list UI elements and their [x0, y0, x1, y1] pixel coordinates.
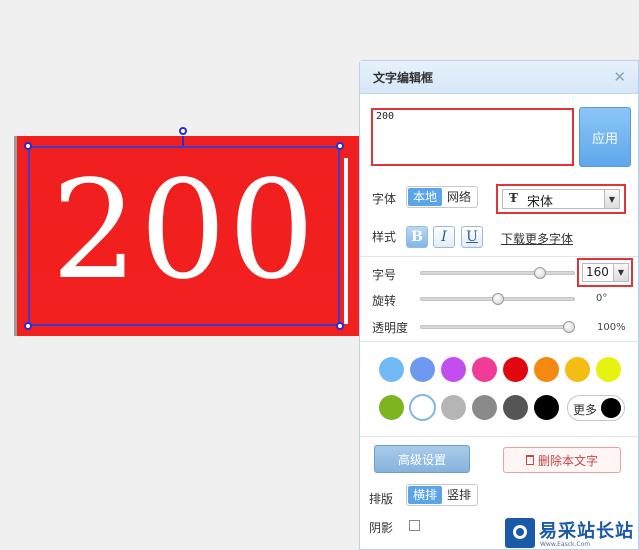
font-size-value: 160: [586, 265, 609, 279]
opacity-slider-knob[interactable]: [563, 321, 575, 333]
resize-handle-bottom-right[interactable]: [336, 322, 344, 330]
opacity-label: 透明度: [372, 321, 409, 335]
resize-handle-bottom-left[interactable]: [24, 322, 32, 330]
more-colors-button[interactable]: 更多: [567, 395, 625, 421]
shadow-checkbox[interactable]: [409, 520, 420, 531]
color-swatch[interactable]: [379, 357, 404, 382]
color-swatch[interactable]: [534, 357, 559, 382]
opacity-value: 100%: [597, 322, 626, 333]
color-swatch[interactable]: [409, 394, 436, 421]
color-swatch[interactable]: [441, 357, 466, 382]
current-color-dot: [601, 398, 621, 418]
bold-button[interactable]: B: [406, 226, 428, 248]
advanced-settings-button[interactable]: 高级设置: [374, 445, 470, 473]
chevron-down-icon[interactable]: ▼: [604, 190, 619, 208]
font-family-value: 宋体: [527, 195, 554, 210]
close-icon[interactable]: ✕: [613, 69, 626, 85]
divider: [360, 256, 638, 257]
delete-text-button[interactable]: 删除本文字: [503, 447, 621, 473]
size-label: 字号: [372, 268, 397, 282]
panel-header: 文字编辑框 ✕: [360, 61, 638, 94]
rotate-line: [182, 136, 184, 146]
color-swatch[interactable]: [596, 357, 621, 382]
layout-vertical[interactable]: 竖排: [442, 486, 476, 504]
opacity-slider-track[interactable]: [420, 325, 575, 329]
font-source-toggle: 本地 网络: [406, 186, 479, 208]
color-swatch[interactable]: [534, 395, 559, 420]
font-type-icon: Ŧ: [509, 191, 518, 205]
color-swatch[interactable]: [472, 395, 497, 420]
font-family-select[interactable]: Ŧ 宋体 ▼: [496, 184, 626, 214]
text-edit-panel: 文字编辑框 ✕ 应用 字体 本地 网络 Ŧ 宋体 ▼ 样式 B I U 下载更多…: [359, 60, 639, 550]
text-content-input[interactable]: [371, 108, 574, 166]
watermark-text: 易采站长站: [539, 521, 634, 542]
color-swatch[interactable]: [410, 357, 435, 382]
rotation-label: 旋转: [372, 294, 397, 308]
rotation-value: 0°: [596, 293, 608, 304]
color-swatch[interactable]: [503, 395, 528, 420]
canvas-separator: [344, 158, 348, 324]
divider: [360, 341, 638, 342]
shadow-label: 阴影: [369, 521, 394, 535]
rotation-slider-knob[interactable]: [491, 293, 504, 305]
text-layer-box[interactable]: 200: [28, 146, 340, 326]
layout-toggle: 横排 竖排: [406, 484, 479, 506]
font-source-web[interactable]: 网络: [442, 188, 476, 206]
apply-button[interactable]: 应用: [579, 107, 631, 167]
font-source-local[interactable]: 本地: [408, 188, 443, 206]
more-colors-label: 更多: [573, 403, 598, 417]
divider: [360, 436, 638, 437]
canvas-text: 200: [51, 152, 317, 310]
site-logo-icon: [505, 518, 535, 548]
download-more-fonts-link[interactable]: 下载更多字体: [501, 230, 573, 247]
watermark-subtext: Www.Easck.Com: [540, 541, 591, 548]
color-swatch[interactable]: [379, 395, 404, 420]
delete-text-label: 删除本文字: [537, 453, 598, 468]
color-swatch[interactable]: [472, 357, 497, 382]
chevron-down-icon[interactable]: ▼: [613, 264, 628, 281]
layout-label: 排版: [369, 492, 394, 506]
layout-horizontal[interactable]: 横排: [408, 486, 443, 504]
resize-handle-top-left[interactable]: [24, 142, 32, 150]
panel-title: 文字编辑框: [373, 71, 434, 85]
font-label: 字体: [372, 192, 397, 206]
size-slider-knob[interactable]: [534, 267, 547, 279]
resize-handle-top-right[interactable]: [336, 142, 344, 150]
size-slider-track[interactable]: [420, 271, 575, 275]
style-label: 样式: [372, 230, 397, 244]
font-size-select[interactable]: 160 ▼: [577, 258, 633, 287]
underline-button[interactable]: U: [461, 226, 483, 248]
color-swatch[interactable]: [441, 395, 466, 420]
color-swatch[interactable]: [565, 357, 590, 382]
trash-icon: [525, 455, 534, 465]
color-swatch[interactable]: [503, 357, 528, 382]
italic-button[interactable]: I: [433, 226, 455, 248]
rotate-handle[interactable]: [179, 127, 187, 135]
